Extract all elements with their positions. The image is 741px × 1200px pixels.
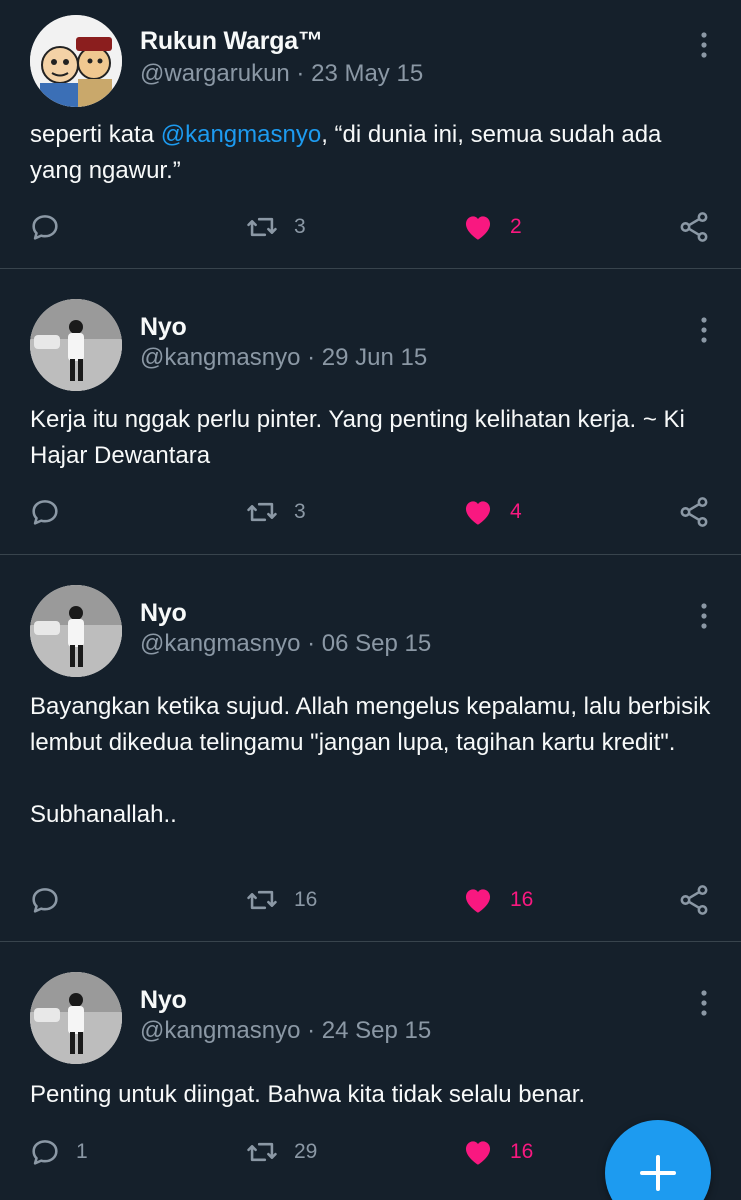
tweet-text: Kerja itu nggak perlu pinter. Yang penti…	[30, 406, 685, 469]
handle[interactable]: @kangmasnyo	[140, 344, 300, 371]
retweet-button[interactable]: 3	[244, 492, 306, 532]
avatar[interactable]	[30, 972, 122, 1064]
share-button[interactable]	[677, 880, 711, 920]
tweet-date[interactable]: 24 Sep 15	[322, 1017, 431, 1044]
like-count: 16	[510, 1140, 534, 1163]
avatar[interactable]	[30, 585, 122, 677]
reply-button[interactable]	[28, 207, 76, 247]
reply-button[interactable]: 1	[28, 1132, 88, 1172]
heart-icon	[465, 889, 491, 913]
tweet-text: Penting untuk diingat. Bahwa kita tidak …	[30, 1081, 586, 1108]
retweet-count: 16	[294, 888, 318, 911]
reply-button[interactable]	[28, 880, 76, 920]
retweet-count: 3	[294, 215, 306, 238]
retweet-icon	[247, 1142, 277, 1162]
avatar-photo-image	[30, 972, 122, 1064]
tweet-actions: 3 4	[0, 492, 741, 532]
tweet-text: seperti kata @kangmasnyo, “di dunia ini,…	[30, 117, 720, 189]
display-name[interactable]: Nyo	[140, 599, 187, 628]
like-button[interactable]: 2	[460, 207, 522, 247]
reply-icon	[32, 1140, 58, 1165]
timeline-feed: Rukun Warga™ @wargarukun · 23 May 15 sep…	[0, 0, 741, 1200]
tweet-text: Bayangkan ketika sujud. Allah mengelus k…	[30, 693, 711, 828]
meta-separator: ·	[300, 1017, 322, 1044]
tweet-meta: @kangmasnyo · 29 Jun 15	[140, 344, 427, 372]
like-button[interactable]: 16	[460, 1132, 533, 1172]
avatar[interactable]	[30, 299, 122, 391]
more-options-button[interactable]	[692, 315, 716, 345]
display-name[interactable]: Nyo	[140, 313, 187, 342]
more-options-button[interactable]	[692, 30, 716, 60]
tweet[interactable]: Nyo @kangmasnyo · 29 Jun 15 Kerja itu ng…	[0, 270, 741, 555]
share-icon	[680, 497, 708, 527]
display-name[interactable]: Rukun Warga™	[140, 27, 323, 56]
avatar-photo-image	[30, 585, 122, 677]
more-icon	[701, 990, 707, 1016]
share-button[interactable]	[677, 492, 711, 532]
reply-icon	[32, 215, 58, 240]
reply-count: 1	[76, 1140, 88, 1163]
retweet-icon	[247, 217, 277, 237]
retweet-icon	[247, 890, 277, 910]
meta-separator: ·	[300, 630, 322, 657]
like-button[interactable]: 4	[460, 492, 522, 532]
tweet-text-before: seperti kata	[30, 121, 161, 148]
handle[interactable]: @kangmasnyo	[140, 630, 300, 657]
like-button[interactable]: 16	[460, 880, 533, 920]
tweet-actions: 3 2	[0, 207, 741, 247]
tweet-meta: @wargarukun · 23 May 15	[140, 60, 423, 88]
tweet-actions: 16 16	[0, 880, 741, 920]
mention-link[interactable]: @kangmasnyo	[161, 121, 321, 148]
share-icon	[680, 885, 708, 915]
reply-button[interactable]	[28, 492, 76, 532]
tweet-date[interactable]: 23 May 15	[311, 60, 423, 87]
heart-icon	[465, 1141, 491, 1165]
like-count: 4	[510, 500, 522, 523]
handle[interactable]: @kangmasnyo	[140, 1017, 300, 1044]
retweet-icon	[247, 502, 277, 522]
like-count: 2	[510, 215, 522, 238]
meta-separator: ·	[289, 60, 312, 87]
retweet-button[interactable]: 29	[244, 1132, 317, 1172]
compose-plus-icon	[640, 1155, 676, 1191]
tweet[interactable]: Rukun Warga™ @wargarukun · 23 May 15 sep…	[0, 0, 741, 269]
retweet-button[interactable]: 16	[244, 880, 317, 920]
meta-separator: ·	[300, 344, 322, 371]
retweet-count: 3	[294, 500, 306, 523]
like-count: 16	[510, 888, 534, 911]
share-icon	[680, 212, 708, 242]
tweet-meta: @kangmasnyo · 24 Sep 15	[140, 1017, 431, 1045]
avatar-cartoon-image	[30, 15, 122, 107]
avatar[interactable]	[30, 15, 122, 107]
more-icon	[701, 32, 707, 58]
heart-icon	[465, 501, 491, 525]
more-icon	[701, 603, 707, 629]
tweet[interactable]: Nyo @kangmasnyo · 06 Sep 15 Bayangkan ke…	[0, 556, 741, 942]
handle[interactable]: @wargarukun	[140, 60, 290, 87]
reply-icon	[32, 500, 58, 525]
heart-icon	[465, 216, 491, 240]
tweet-date[interactable]: 06 Sep 15	[322, 630, 431, 657]
share-button[interactable]	[677, 207, 711, 247]
tweet-meta: @kangmasnyo · 06 Sep 15	[140, 630, 431, 658]
avatar-photo-image	[30, 299, 122, 391]
reply-icon	[32, 888, 58, 913]
more-icon	[701, 317, 707, 343]
more-options-button[interactable]	[692, 601, 716, 631]
retweet-count: 29	[294, 1140, 318, 1163]
retweet-button[interactable]: 3	[244, 207, 306, 247]
display-name[interactable]: Nyo	[140, 986, 187, 1015]
more-options-button[interactable]	[692, 988, 716, 1018]
tweet-date[interactable]: 29 Jun 15	[322, 344, 427, 371]
